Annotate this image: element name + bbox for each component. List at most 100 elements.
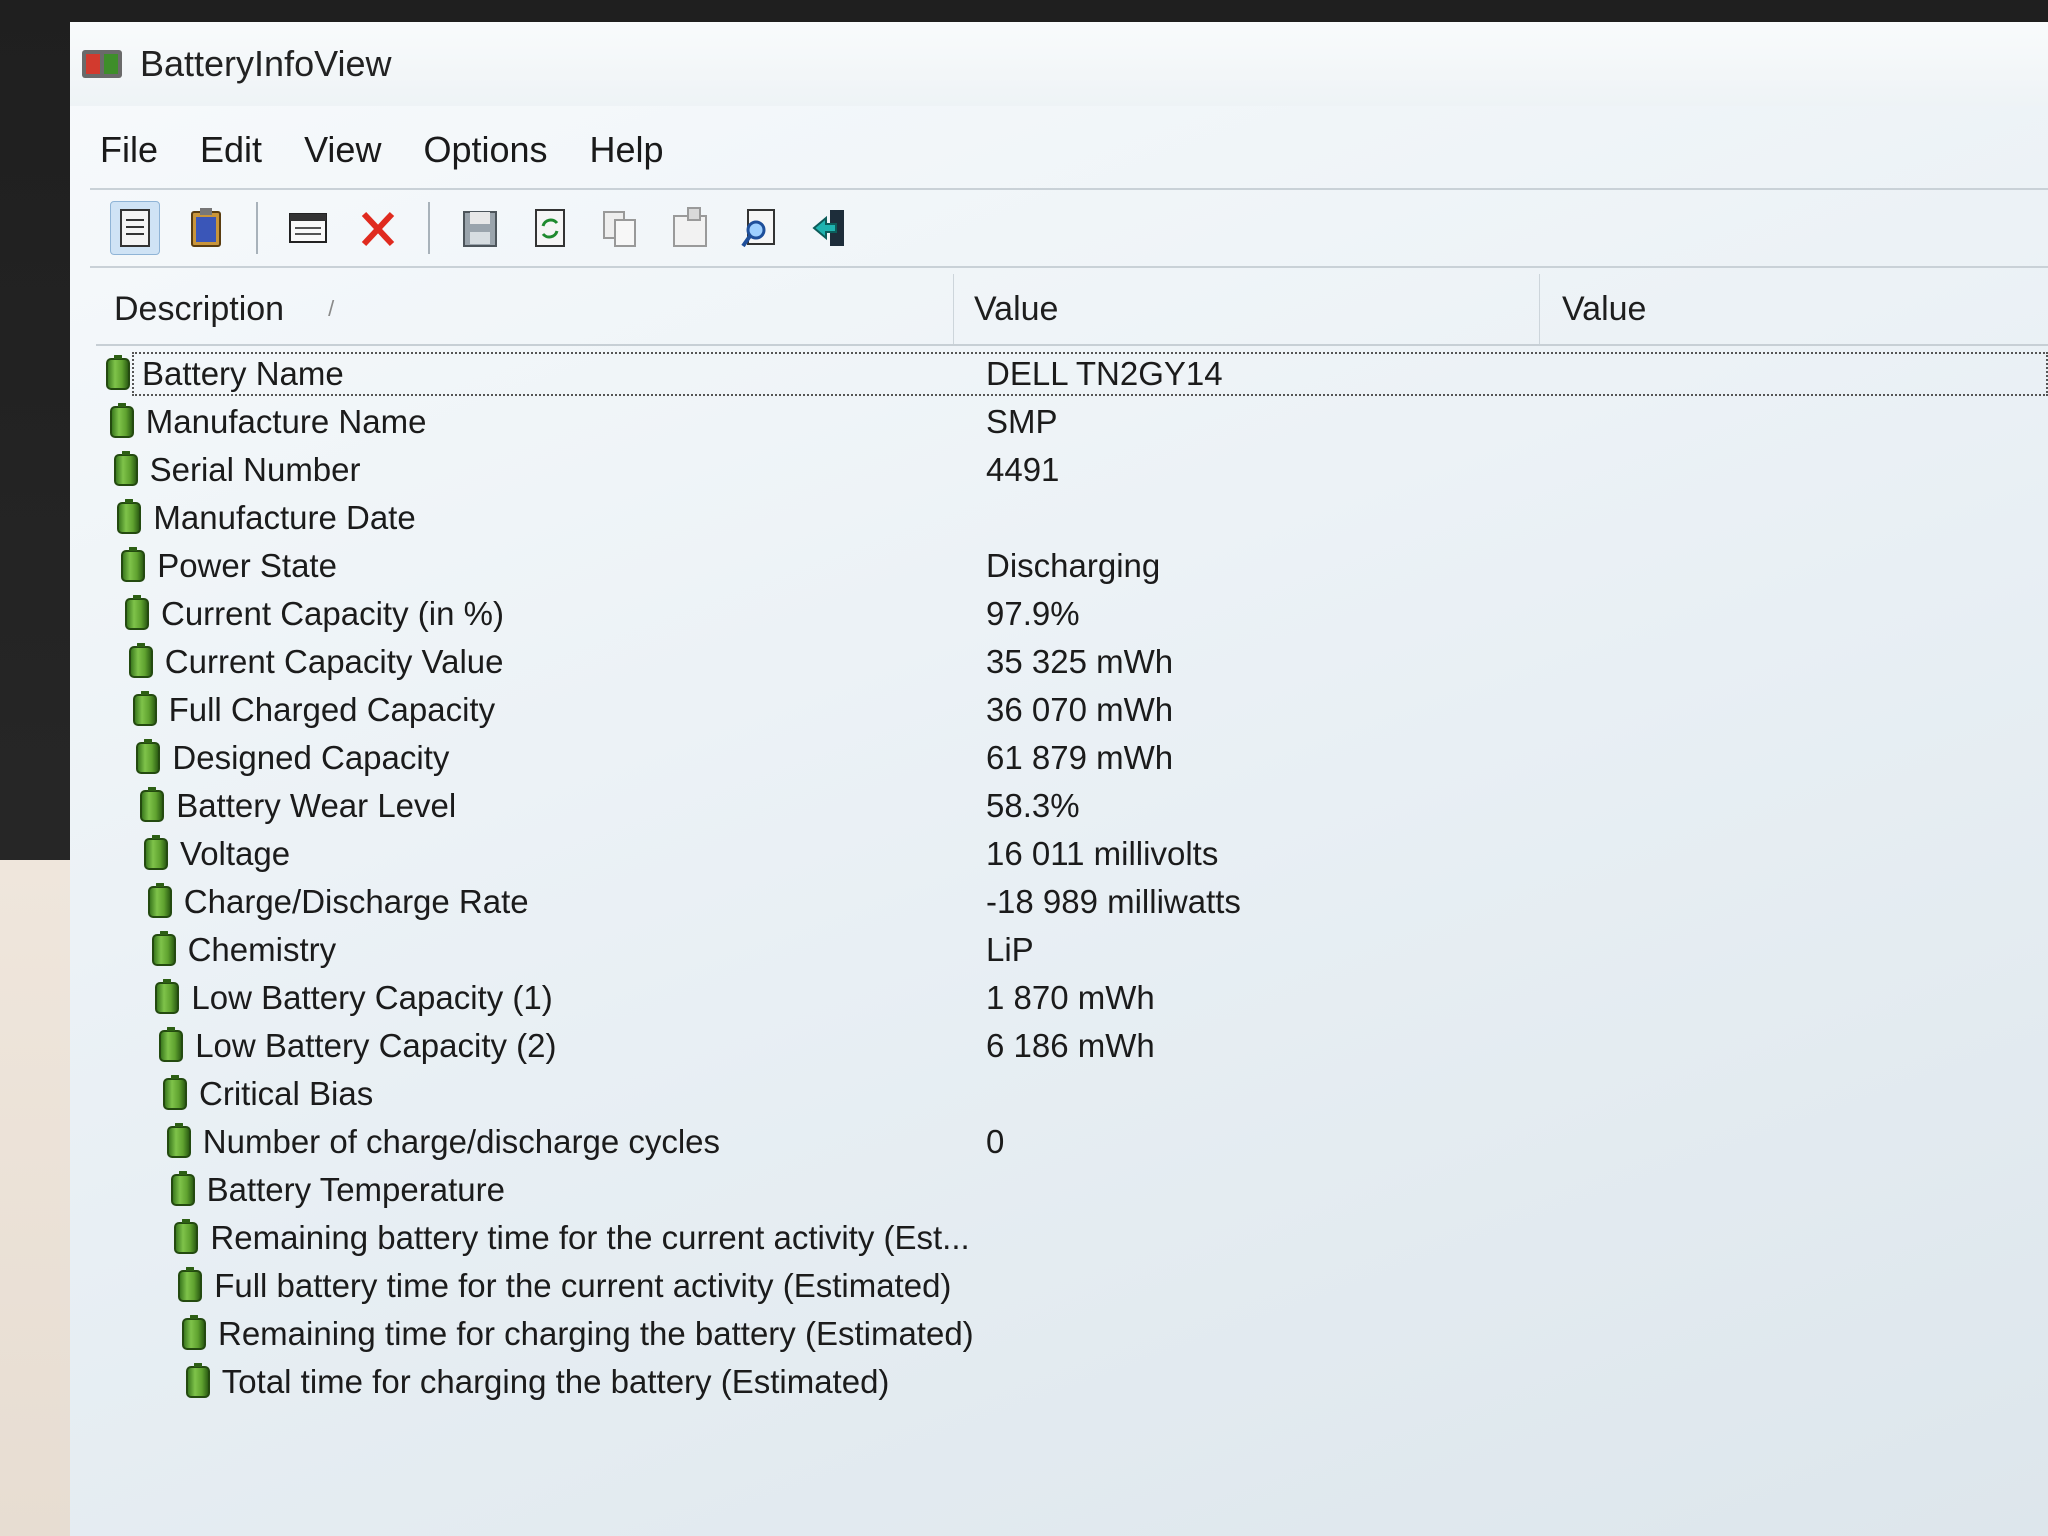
row-description: Manufacture Name [145,403,427,440]
table-row[interactable]: Critical Bias [96,1070,2048,1118]
row-description: Number of charge/discharge cycles [202,1123,721,1160]
menu-edit[interactable]: Edit [200,129,262,171]
table-row[interactable]: Current Capacity Value 35 325 mWh [96,638,2048,686]
row-description-cell: Manufacture Date [117,499,975,537]
row-description-cell: Battery Wear Level [140,787,998,825]
row-value: 58.3% [986,787,1080,824]
table-row[interactable]: Remaining time for charging the battery … [96,1310,2048,1358]
row-description-cell: Low Battery Capacity (1) [155,979,1013,1017]
column-header-description-label: Description [114,289,285,328]
toolbar [90,188,2048,268]
battery-icon [144,835,168,870]
copy-clipboard-button[interactable] [182,202,230,254]
row-value: 6 186 mWh [986,1027,1155,1064]
row-description-cell: Designed Capacity [136,739,994,777]
table-row[interactable]: Battery Temperature [96,1166,2048,1214]
table-row[interactable]: Battery Wear Level 58.3% [96,782,2048,830]
find-icon [741,209,775,248]
column-header-description[interactable]: Description / [96,274,954,344]
table-row[interactable]: Designed Capacity 61 879 mWh [96,734,2048,782]
row-value: Discharging [986,547,1161,584]
close-icon [361,211,395,247]
properties-button[interactable] [110,201,160,255]
table-row[interactable]: Chemistry LiP [96,926,2048,974]
row-description-cell: Charge/Discharge Rate [147,883,1006,921]
row-description: Manufacture Date [153,499,416,536]
row-value: 35 325 mWh [986,643,1174,680]
row-description: Battery Name [142,355,344,392]
table-row[interactable]: Number of charge/discharge cycles 0 [96,1118,2048,1166]
table-row[interactable]: Power State Discharging [96,542,2048,590]
list-header: Description / Value Value [96,274,2048,346]
table-row[interactable]: Remaining battery time for the current a… [96,1214,2048,1262]
table-row[interactable]: Battery Name DELL TN2GY14 [96,350,2048,398]
menu-options[interactable]: Options [423,129,547,171]
battery-icon [163,1075,187,1110]
menu-view[interactable]: View [304,129,381,171]
row-description: Power State [157,547,337,584]
battery-icon [178,1267,203,1302]
column-header-value-2[interactable]: Value [1540,274,2048,344]
properties-dialog-button[interactable] [666,202,714,254]
row-description-cell: Current Capacity Value [128,643,987,681]
battery-icon [155,979,180,1014]
row-value: 36 070 mWh [986,691,1174,728]
save-button[interactable] [456,202,504,254]
table-row[interactable]: Current Capacity (in %) 97.9% [96,590,2048,638]
table-row[interactable]: Charge/Discharge Rate -18 989 milliwatts [96,878,2048,926]
html-report-icon [289,213,327,243]
table-row[interactable]: Total time for charging the battery (Est… [96,1358,2048,1406]
clipboard-icon [191,208,221,247]
copy-button[interactable] [596,202,644,254]
table-row[interactable]: Full battery time for the current activi… [96,1262,2048,1310]
battery-icon [185,1363,210,1398]
column-header-value[interactable]: Value [954,274,1540,344]
battery-icon [132,691,157,726]
table-row[interactable]: Voltage 16 011 millivolts [96,830,2048,878]
find-button[interactable] [736,202,784,254]
properties-icon [120,209,150,247]
table-row[interactable]: Low Battery Capacity (1) 1 870 mWh [96,974,2048,1022]
battery-icon [113,451,138,486]
exit-button[interactable] [806,202,854,254]
battery-icon [159,1027,184,1062]
list-rows: Battery Name DELL TN2GY14 Manufacture Name… [96,350,2048,1406]
battery-info-list[interactable]: Description / Value Value Battery Name DE… [96,274,2048,1536]
table-row[interactable]: Manufacture Date [96,494,2048,542]
html-report-button[interactable] [284,202,332,254]
row-description-cell: Voltage [144,835,1002,873]
battery-icon [136,739,161,774]
row-value: -18 989 milliwatts [986,883,1241,920]
properties-dialog-icon [673,207,707,247]
table-row[interactable]: Full Charged Capacity 36 070 mWh [96,686,2048,734]
window-title: BatteryInfoView [140,43,392,84]
row-value: 4491 [986,451,1060,488]
refresh-button[interactable] [526,202,574,254]
sort-indicator-icon: / [328,296,335,321]
battery-icon [109,403,134,438]
menu-help[interactable]: Help [590,129,664,171]
row-description-cell: Manufacture Name [109,403,968,441]
row-description-cell: Chemistry [151,931,1010,969]
row-description: Charge/Discharge Rate [183,883,529,920]
row-description: Current Capacity (in %) [161,595,504,632]
menu-file[interactable]: File [100,129,158,171]
row-description-cell: Remaining time for charging the battery … [182,1315,1040,1353]
battery-icon [121,547,146,582]
row-value: SMP [986,403,1058,440]
row-description: Serial Number [149,451,361,488]
toolbar-separator [428,202,430,254]
battery-app-icon [80,46,124,82]
row-description-cell: Full Charged Capacity [132,691,991,729]
delete-button[interactable] [354,202,402,254]
row-description: Remaining battery time for the current a… [210,1219,970,1256]
row-description: Chemistry [187,931,337,968]
battery-icon [117,499,142,534]
row-description-cell: Battery Name [106,355,964,393]
table-row[interactable]: Serial Number 4491 [96,446,2048,494]
table-row[interactable]: Low Battery Capacity (2) 6 186 mWh [96,1022,2048,1070]
battery-icon [182,1315,206,1350]
battery-icon [125,595,149,630]
battery-icon [140,787,165,822]
table-row[interactable]: Manufacture Name SMP [96,398,2048,446]
